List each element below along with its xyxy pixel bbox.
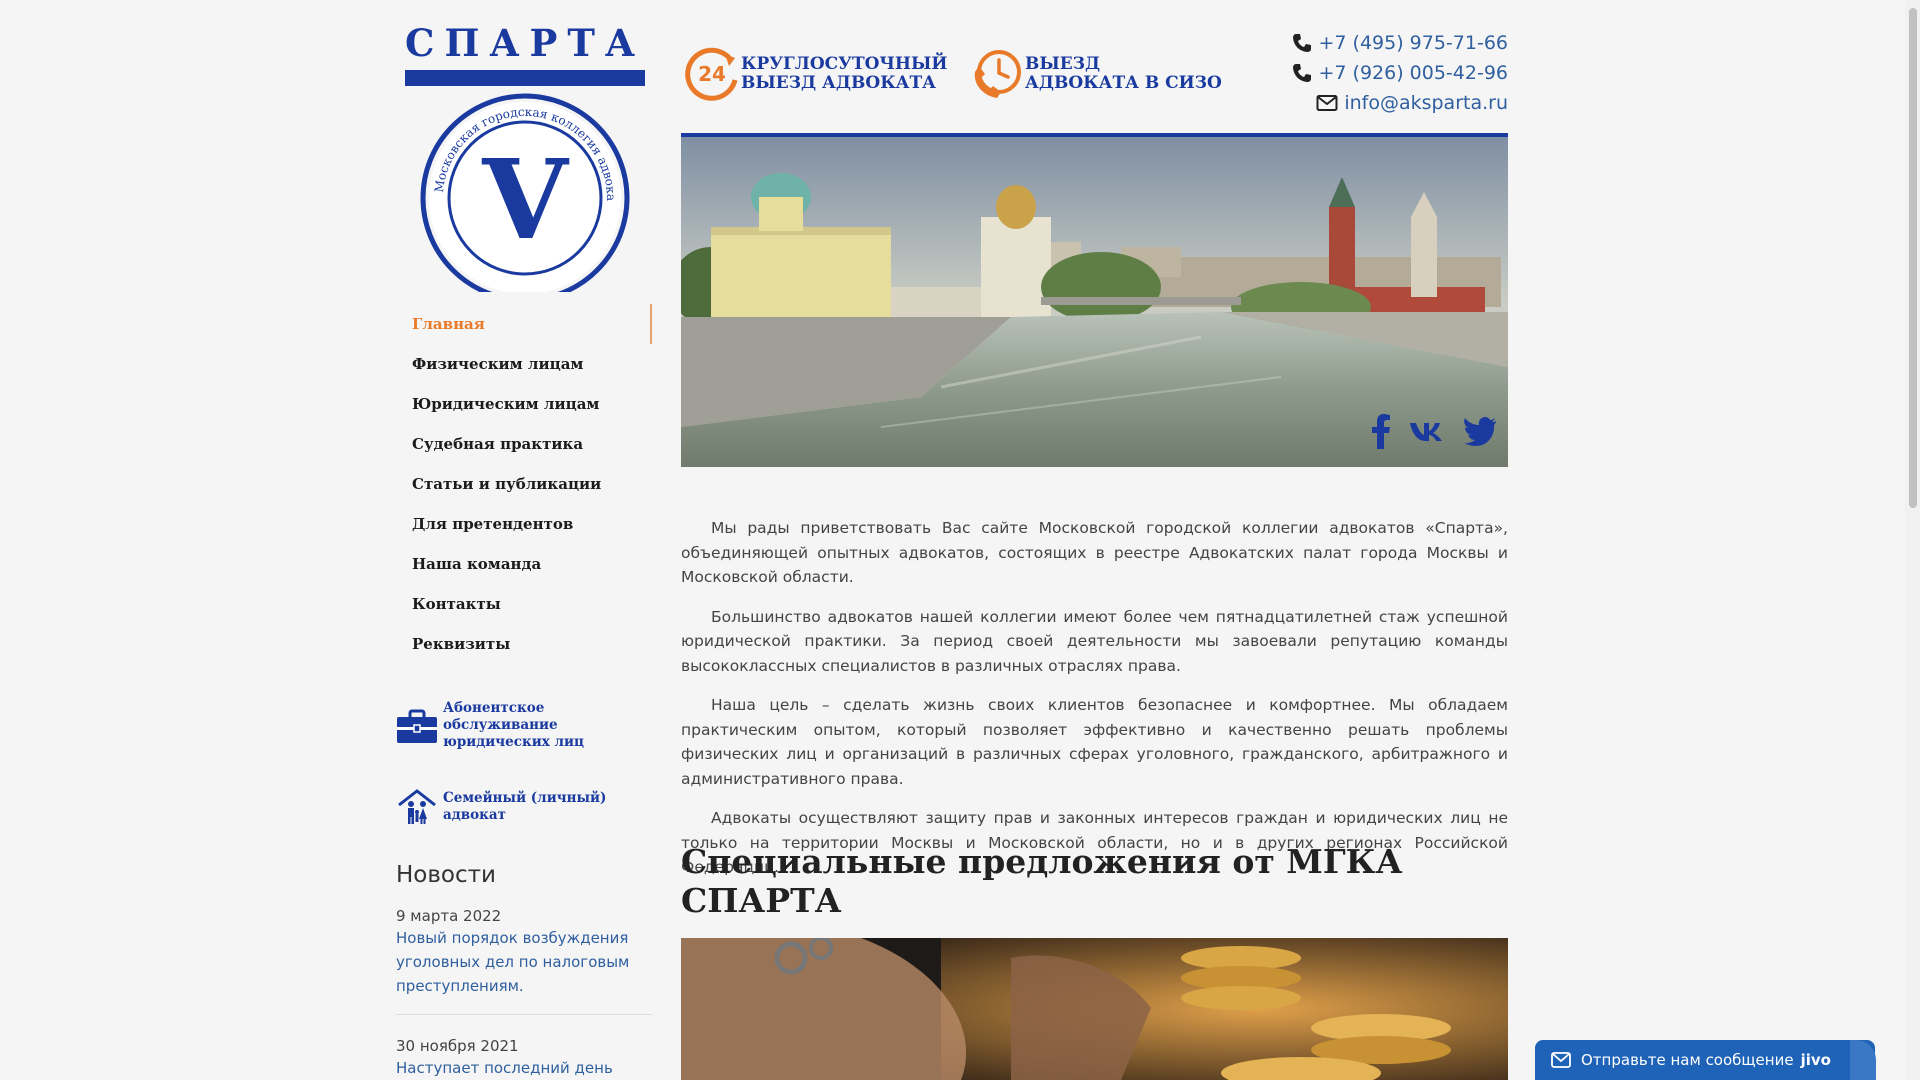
- news-item: 9 марта 2022 Новый порядок возбуждения у…: [396, 906, 652, 1015]
- logo-seal-icon: Московская городская коллегия адвокатов …: [405, 78, 630, 292]
- email-address: info@aksparta.ru: [1344, 92, 1508, 114]
- news-date: 30 ноября 2021: [396, 1037, 519, 1055]
- family-house-icon: [398, 789, 436, 824]
- vk-icon[interactable]: [1408, 413, 1446, 453]
- news-link[interactable]: Наступает последний день уплаты: [396, 1056, 652, 1080]
- chat-widget-label: Отправьте нам сообщение: [1581, 1051, 1794, 1069]
- page-container: СПАРТА Московская городская коллегия адв…: [396, 0, 1508, 1080]
- phone-number-2: +7 (926) 005-42-96: [1318, 62, 1508, 84]
- promo-family-lawyer[interactable]: Семейный (личный) адвокат: [396, 788, 606, 826]
- badge-sizo-line2: АДВОКАТА В СИЗО: [1025, 73, 1222, 93]
- phone-icon: [1293, 34, 1312, 52]
- social-links: [1370, 413, 1498, 453]
- badge-24h-line2: ВЫЕЗД АДВОКАТА: [741, 73, 936, 93]
- seal-letter: V: [481, 135, 569, 264]
- intro-text: Мы рады приветствовать Вас сайте Московс…: [681, 516, 1508, 895]
- main-nav: Главная Физическим лицам Юридическим лиц…: [396, 304, 652, 664]
- intro-paragraph: Большинство адвокатов нашей коллегии име…: [681, 607, 1508, 675]
- news-date: 9 марта 2022: [396, 907, 502, 925]
- envelope-icon: [1551, 1052, 1571, 1068]
- promo-family-line1: Семейный (личный): [443, 790, 607, 806]
- chat-widget-button[interactable]: Отправьте нам сообщение jivo: [1535, 1040, 1875, 1080]
- chat-brand-logo: jivo: [1800, 1051, 1831, 1069]
- special-offers-heading: Специальные предложения от МГКА СПАРТА: [681, 842, 1403, 920]
- nav-item-court-practice[interactable]: Судебная практика: [396, 424, 652, 464]
- badge-24h-lawyer[interactable]: 24 КРУГЛОСУТОЧНЫЙ ВЫЕЗД АДВОКАТА: [685, 46, 947, 102]
- intro-paragraph: Мы рады приветствовать Вас сайте Московс…: [681, 519, 1508, 586]
- clock-24-icon: 24: [685, 47, 738, 101]
- email-link[interactable]: info@aksparta.ru: [1292, 88, 1508, 118]
- logo-title: СПАРТА: [405, 21, 646, 65]
- moscow-banner: [681, 133, 1508, 467]
- nav-item-home[interactable]: Главная: [396, 304, 652, 344]
- sidebar: СПАРТА Московская городская коллегия адв…: [396, 0, 652, 1080]
- badge-24-number: 24: [698, 62, 726, 86]
- phone-link-1[interactable]: +7 (495) 975-71-66: [1292, 28, 1508, 58]
- special-offer-image[interactable]: [681, 938, 1508, 1080]
- nav-item-individuals[interactable]: Физическим лицам: [396, 344, 652, 384]
- promo-subscription-service[interactable]: Абонентское обслуживание юридических лиц: [396, 700, 652, 751]
- nav-item-team[interactable]: Наша команда: [396, 544, 652, 584]
- nav-item-legal-entities[interactable]: Юридическим лицам: [396, 384, 652, 424]
- facebook-icon[interactable]: [1370, 413, 1392, 453]
- promo-subscription-line1: Абонентское обслуживание: [443, 700, 558, 733]
- news-heading: Новости: [396, 862, 496, 888]
- news-link[interactable]: Новый порядок возбуждения уголовных дел …: [396, 926, 652, 998]
- promo-subscription-line2: юридических лиц: [443, 734, 585, 750]
- logo[interactable]: СПАРТА Московская городская коллегия адв…: [405, 24, 645, 292]
- twitter-icon[interactable]: [1462, 413, 1498, 453]
- page-scrollbar[interactable]: [1905, 0, 1920, 1080]
- news-item: 30 ноября 2021 Наступает последний день …: [396, 1036, 652, 1080]
- phone-number-1: +7 (495) 975-71-66: [1318, 32, 1508, 54]
- nav-item-contacts[interactable]: Контакты: [396, 584, 652, 624]
- promo-family-line2: адвокат: [443, 807, 506, 823]
- phone-icon: [1293, 64, 1312, 82]
- intro-paragraph: Наша цель – сделать жизнь своих клиентов…: [681, 696, 1508, 788]
- envelope-icon: [1316, 95, 1338, 111]
- badge-sizo-line1: ВЫЕЗД: [1025, 54, 1101, 74]
- badge-24h-line1: КРУГЛОСУТОЧНЫЙ: [741, 54, 948, 74]
- scrollbar-thumb[interactable]: [1909, 8, 1917, 508]
- briefcase-icon: [397, 709, 437, 743]
- phone-link-2[interactable]: +7 (926) 005-42-96: [1292, 58, 1508, 88]
- phone-clock-icon: [974, 50, 1021, 98]
- handcuffs-coins-image: [681, 938, 1508, 1080]
- nav-item-articles[interactable]: Статьи и публикации: [396, 464, 652, 504]
- nav-item-candidates[interactable]: Для претендентов: [396, 504, 652, 544]
- badge-sizo-lawyer[interactable]: ВЫЕЗД АДВОКАТА В СИЗО: [969, 46, 1222, 102]
- header-contacts: +7 (495) 975-71-66 +7 (926) 005-42-96 in…: [1292, 28, 1508, 118]
- nav-item-requisites[interactable]: Реквизиты: [396, 624, 652, 664]
